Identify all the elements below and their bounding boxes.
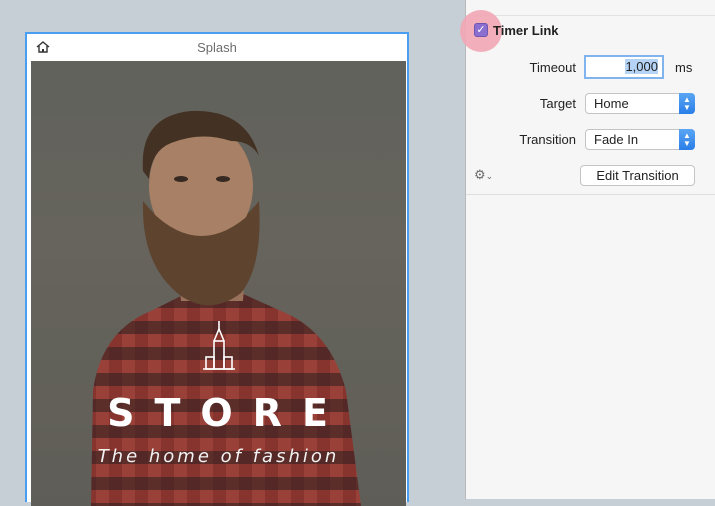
- target-select[interactable]: Home ▲ ▼: [585, 93, 695, 114]
- target-value: Home: [594, 96, 629, 111]
- artboard-splash[interactable]: Splash STORE The home of fashion: [25, 32, 409, 506]
- inspector-panel: ✓ Timer Link Timeout 1,000 ms Target Hom…: [460, 0, 715, 499]
- timer-link-checkbox[interactable]: ✓: [474, 23, 488, 37]
- splash-photo: STORE The home of fashion: [31, 61, 406, 506]
- section-separator: [466, 194, 715, 195]
- select-arrows-icon[interactable]: ▲ ▼: [679, 93, 695, 114]
- store-tagline: The home of fashion: [97, 446, 340, 467]
- store-building-icon: [203, 321, 235, 370]
- photo-overlay: [31, 61, 406, 506]
- artboard-title: Splash: [197, 40, 237, 55]
- design-canvas[interactable]: Splash STORE The home of fashion: [0, 0, 465, 506]
- timeout-label: Timeout: [529, 60, 576, 75]
- timeout-value: 1,000: [625, 59, 658, 74]
- timeout-unit: ms: [675, 60, 693, 75]
- timer-link-label: Timer Link: [493, 23, 559, 38]
- transition-value: Fade In: [594, 132, 639, 147]
- timeout-input[interactable]: 1,000: [584, 55, 664, 79]
- gear-menu[interactable]: ⚙⌄: [474, 167, 502, 183]
- transition-label: Transition: [519, 132, 576, 147]
- store-title: STORE: [107, 391, 348, 435]
- edit-transition-button[interactable]: Edit Transition: [580, 165, 695, 186]
- artboard-header: Splash: [27, 34, 407, 61]
- select-arrows-icon[interactable]: ▲ ▼: [679, 129, 695, 150]
- gear-icon: ⚙: [474, 167, 486, 182]
- chevron-down-icon: ⌄: [485, 171, 494, 181]
- checkmark-icon: ✓: [476, 24, 486, 36]
- target-label: Target: [539, 96, 576, 111]
- transition-select[interactable]: Fade In ▲ ▼: [585, 129, 695, 150]
